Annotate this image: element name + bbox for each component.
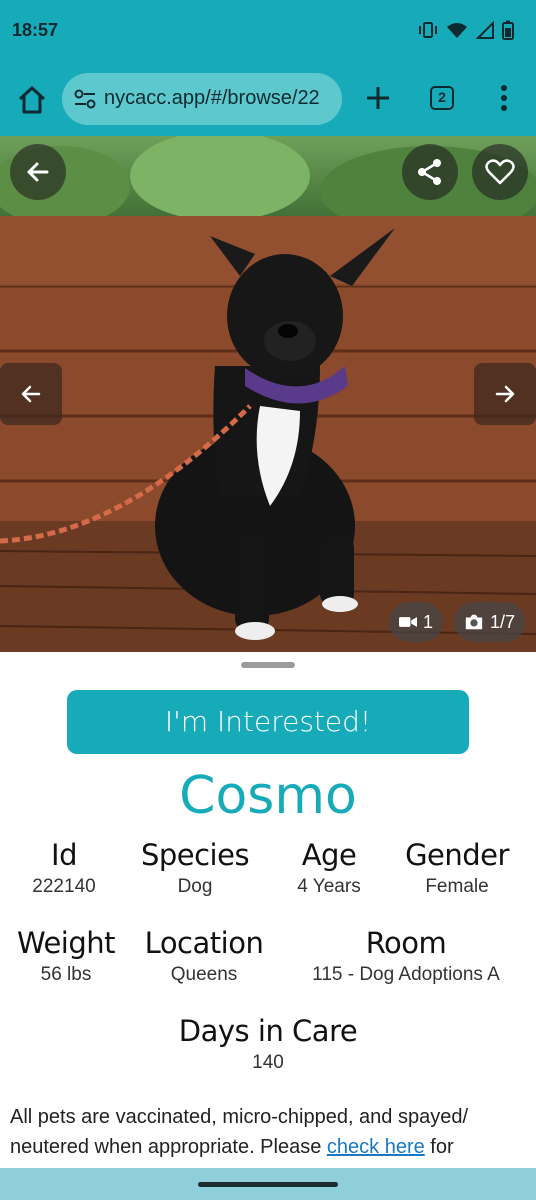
field-room: Room 115 - Dog Adoptions A: [292, 926, 520, 986]
status-time: 18:57: [12, 20, 59, 40]
field-days-in-care: Days in Care 140: [118, 1014, 418, 1074]
field-id: Id 222140: [14, 838, 114, 898]
field-location: Location Queens: [136, 926, 272, 986]
photo-count-badge[interactable]: 1/7: [454, 602, 525, 642]
field-value: 140: [252, 1052, 284, 1073]
field-value: 56 lbs: [40, 964, 92, 985]
arrow-left-icon: [27, 162, 49, 182]
share-icon: [418, 159, 441, 185]
browser-toolbar: nycacc.app/#/browse/22 2: [0, 64, 536, 136]
home-gesture-handle[interactable]: [198, 1182, 338, 1187]
pet-photo[interactable]: 1 1/7: [0, 136, 536, 652]
field-weight: Weight 56 lbs: [10, 926, 122, 986]
video-camera-icon: [399, 617, 417, 627]
field-value: Queens: [170, 964, 238, 985]
field-label: Location: [144, 926, 264, 960]
camera-icon: [465, 614, 483, 630]
home-button[interactable]: [14, 82, 50, 118]
field-label: Room: [365, 926, 447, 960]
arrow-left-icon: [21, 385, 41, 403]
vibrate-icon: [419, 22, 437, 38]
heart-icon: [485, 159, 515, 185]
check-here-link[interactable]: check here: [327, 1136, 425, 1158]
interested-button[interactable]: I'm Interested!: [67, 690, 469, 754]
field-label: Species: [140, 838, 250, 872]
video-count-badge[interactable]: 1: [389, 602, 443, 642]
url-text: nycacc.app/#/browse/22: [104, 87, 320, 109]
pet-details-sheet: I'm Interested! Cosmo Id 222140 Species …: [0, 652, 536, 1200]
field-label: Weight: [16, 926, 116, 960]
share-button[interactable]: [402, 144, 458, 200]
field-age: Age 4 Years: [274, 838, 384, 898]
info-text-after: for: [424, 1136, 454, 1158]
field-value: Dog: [177, 876, 213, 897]
new-tab-button[interactable]: [362, 82, 394, 114]
field-label: Age: [301, 838, 357, 872]
next-photo-button[interactable]: [474, 363, 536, 425]
tab-switcher-button[interactable]: 2: [430, 86, 454, 110]
more-vert-icon: [501, 85, 507, 111]
dog-photo-image: [0, 136, 536, 652]
back-button[interactable]: [10, 144, 66, 200]
favorite-button[interactable]: [472, 144, 528, 200]
home-icon: [18, 86, 46, 114]
address-bar[interactable]: nycacc.app/#/browse/22: [62, 73, 342, 125]
field-label: Id: [51, 838, 77, 872]
field-value: 115 - Dog Adoptions A: [312, 964, 500, 985]
field-species: Species Dog: [130, 838, 260, 898]
video-count: 1: [422, 611, 433, 632]
plus-icon: [367, 87, 389, 109]
wifi-icon: [447, 23, 467, 38]
photo-counter: 1/7: [489, 611, 515, 632]
pet-name: Cosmo: [179, 766, 357, 826]
field-value: Female: [425, 876, 489, 897]
gesture-nav-bar: [0, 1168, 536, 1200]
field-value: 4 Years: [297, 876, 361, 897]
vaccination-info: All pets are vaccinated, micro-chipped, …: [10, 1102, 526, 1162]
field-value: 222140: [32, 876, 96, 897]
signal-icon: [476, 21, 494, 39]
field-label: Gender: [405, 838, 509, 872]
field-gender: Gender Female: [396, 838, 518, 898]
sheet-drag-handle[interactable]: [241, 662, 295, 668]
battery-icon: [502, 20, 514, 40]
status-bar: 18:57: [0, 0, 536, 64]
previous-photo-button[interactable]: [0, 363, 62, 425]
browser-menu-button[interactable]: [496, 82, 512, 114]
site-settings-icon[interactable]: [74, 89, 96, 109]
system-icons: [418, 20, 514, 40]
field-label: Days in Care: [178, 1014, 358, 1048]
arrow-right-icon: [495, 385, 515, 403]
